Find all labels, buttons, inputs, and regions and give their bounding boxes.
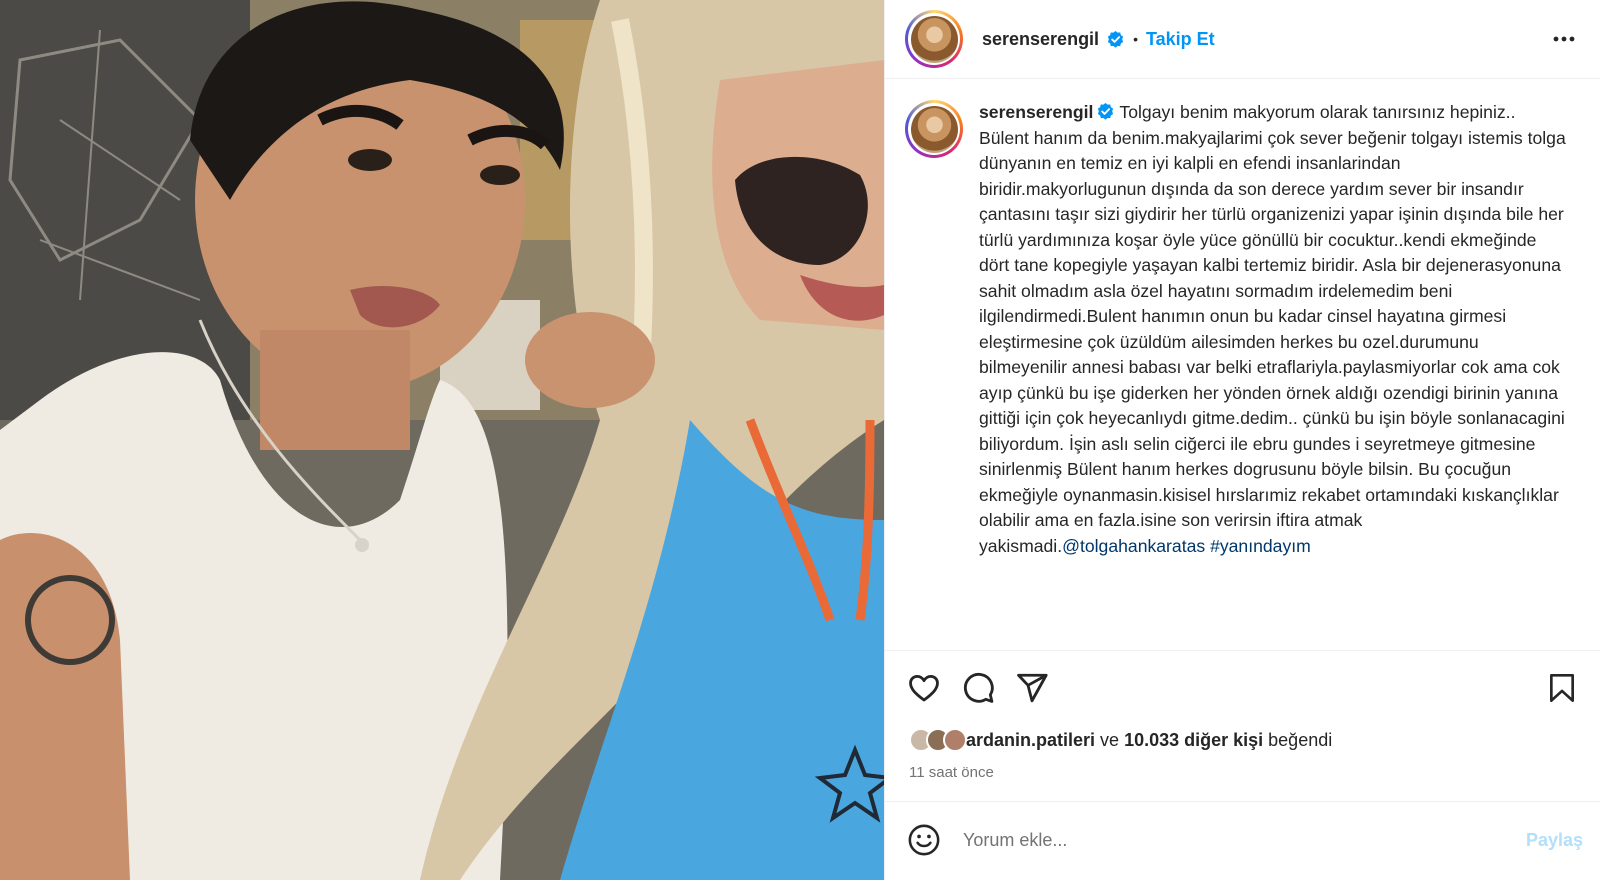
likes-suffix: beğendi: [1268, 729, 1333, 750]
comment-icon[interactable]: [961, 671, 995, 705]
liker-avatars[interactable]: [909, 728, 967, 752]
post-comment-button[interactable]: Paylaş: [1526, 830, 1583, 851]
emoji-icon[interactable]: [907, 823, 941, 857]
photo-illustration: [0, 0, 884, 880]
caption-section: serenserengil Tolgayı benim makyorum olar…: [885, 80, 1600, 650]
comment-input[interactable]: [963, 829, 1483, 851]
likes-count-link[interactable]: 10.033 diğer kişi: [1124, 730, 1263, 751]
author-avatar-image: [910, 15, 958, 63]
caption-hashtag-link[interactable]: #yanındayım: [1210, 536, 1311, 556]
comment-box: Paylaş: [907, 820, 1583, 860]
author-username[interactable]: serenserengil: [982, 29, 1099, 50]
action-bar: [907, 671, 1049, 705]
caption-username[interactable]: serenserengil: [979, 102, 1093, 122]
verified-badge-icon: [1098, 102, 1114, 120]
share-icon[interactable]: [1015, 671, 1049, 705]
caption-text: serenserengil Tolgayı benim makyorum olar…: [979, 100, 1569, 650]
caption-mention-link[interactable]: @tolgahankaratas: [1062, 536, 1205, 556]
author-avatar[interactable]: [905, 10, 963, 68]
bookmark-icon[interactable]: [1546, 671, 1578, 705]
comment-divider: [885, 801, 1600, 802]
caption-body: Tolgayı benim makyorum olarak tanırsınız…: [979, 102, 1566, 556]
follow-button[interactable]: Takip Et: [1146, 29, 1215, 50]
first-liker-link[interactable]: ardanin.patileri: [966, 730, 1095, 751]
caption-avatar[interactable]: [905, 100, 963, 158]
header-separator: •: [1133, 31, 1138, 47]
likes-connector: ve: [1100, 729, 1120, 750]
actions-divider: [885, 650, 1600, 651]
post-header: serenserengil • Takip Et: [885, 0, 1600, 79]
post-photo[interactable]: [0, 0, 884, 880]
post-side-panel: serenserengil • Takip Et serenserengil To…: [884, 0, 1600, 880]
heart-icon[interactable]: [907, 671, 941, 705]
more-options-icon[interactable]: [1551, 26, 1577, 52]
verified-badge-icon: [1107, 30, 1124, 48]
caption-avatar-image: [910, 105, 958, 153]
likes-summary: ardanin.patileri ve 10.033 diğer kişi be…: [909, 728, 1332, 752]
post-timestamp[interactable]: 11 saat önce: [909, 764, 994, 781]
